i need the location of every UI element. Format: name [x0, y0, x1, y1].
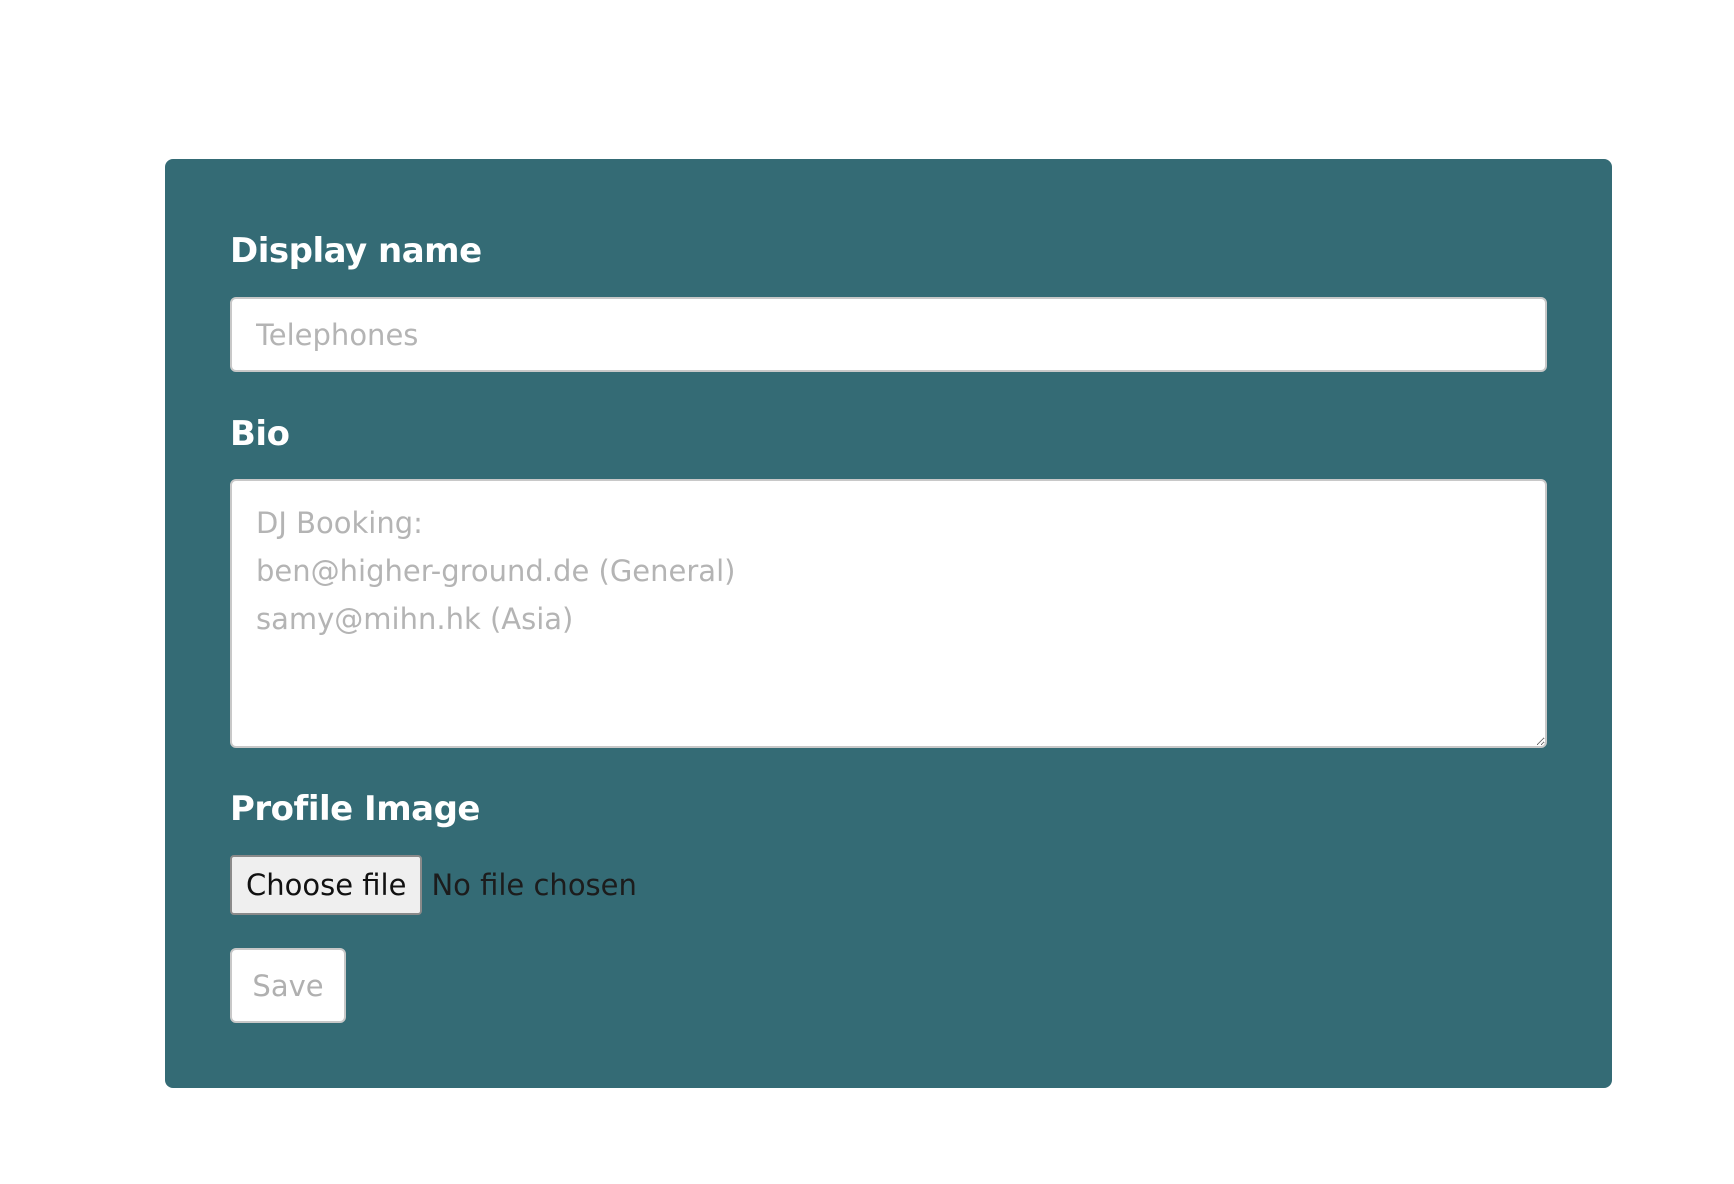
bio-textarea[interactable] [230, 479, 1547, 748]
profile-image-label: Profile Image [230, 789, 480, 829]
display-name-label: Display name [230, 231, 482, 271]
display-name-input[interactable] [230, 297, 1547, 372]
file-status-text: No file chosen [431, 868, 637, 902]
bio-label: Bio [230, 414, 290, 454]
profile-form-panel: Display name Bio Profile Image Choose fi… [165, 159, 1612, 1088]
save-button[interactable]: Save [230, 948, 346, 1023]
choose-file-button[interactable]: Choose file [230, 855, 423, 915]
profile-image-file-input: Choose file No file chosen [230, 855, 637, 915]
